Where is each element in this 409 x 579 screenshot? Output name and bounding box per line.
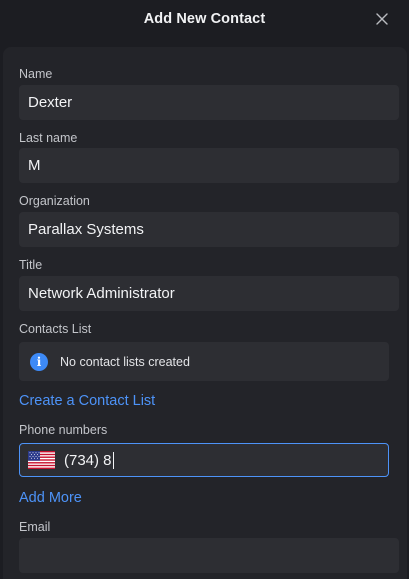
- add-contact-dialog: Add New Contact Name Dexter Last name M …: [0, 0, 409, 579]
- contacts-list-notice: i No contact lists created: [19, 342, 389, 381]
- info-icon: i: [30, 352, 48, 371]
- dialog-header: Add New Contact: [0, 0, 409, 38]
- contacts-list-message: No contact lists created: [60, 354, 190, 369]
- last-name-label: Last name: [19, 131, 78, 145]
- phone-number-value: (734) 8: [64, 451, 112, 469]
- last-name-value: M: [28, 157, 41, 174]
- name-field[interactable]: Dexter: [19, 85, 399, 120]
- last-name-field[interactable]: M: [19, 148, 399, 183]
- close-button[interactable]: [373, 10, 391, 28]
- contacts-list-label: Contacts List: [19, 322, 92, 336]
- phone-number-field[interactable]: (734) 8: [19, 443, 389, 477]
- email-field[interactable]: [19, 538, 399, 573]
- dialog-title: Add New Contact: [143, 11, 266, 27]
- name-label: Name: [19, 67, 53, 81]
- email-label: Email: [19, 520, 51, 534]
- organization-field[interactable]: Parallax Systems: [19, 212, 399, 247]
- close-icon: [376, 13, 388, 25]
- title-field[interactable]: Network Administrator: [19, 276, 399, 311]
- title-label: Title: [19, 258, 43, 272]
- create-contact-list-link[interactable]: Create a Contact List: [19, 393, 155, 409]
- text-caret: [112, 451, 114, 469]
- title-value: Network Administrator: [28, 285, 175, 302]
- us-flag-icon[interactable]: [28, 451, 55, 469]
- organization-value: Parallax Systems: [28, 221, 144, 238]
- phone-numbers-label: Phone numbers: [19, 423, 108, 437]
- add-more-link[interactable]: Add More: [19, 490, 82, 506]
- name-value: Dexter: [28, 94, 73, 111]
- organization-label: Organization: [19, 194, 90, 208]
